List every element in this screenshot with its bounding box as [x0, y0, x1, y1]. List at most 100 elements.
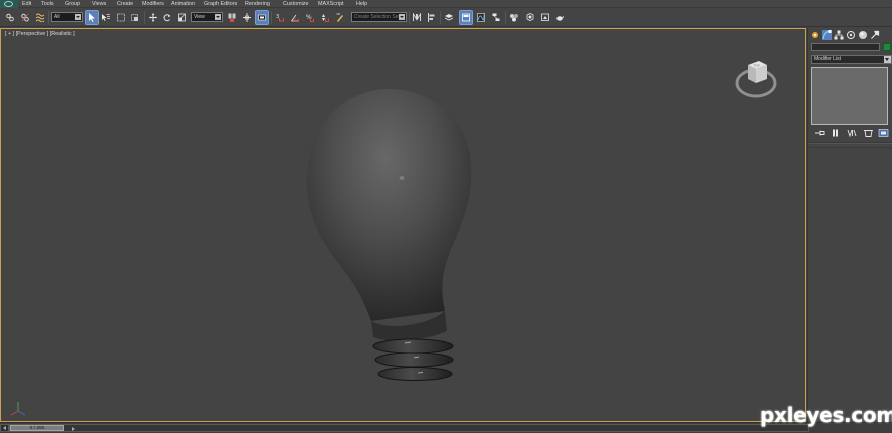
menu-tools[interactable]: Tools: [41, 0, 65, 8]
angle-snap-toggle-button[interactable]: [289, 11, 301, 24]
modifier-parameters-area: [809, 147, 892, 417]
modifier-list-label: Modifier List: [814, 56, 841, 62]
percent-snap-toggle-button[interactable]: %: [304, 11, 316, 24]
app-logo-icon: [4, 1, 13, 7]
object-name-field[interactable]: [811, 43, 880, 51]
menu-graph-editors[interactable]: Graph Editors: [204, 0, 245, 8]
menu-animation[interactable]: Animation: [171, 0, 204, 8]
viewport-label[interactable]: [ + ] [Perspective ] [Realistic ]: [5, 31, 75, 37]
reference-coordinate-dropdown[interactable]: View: [191, 12, 223, 22]
pivot-center-icon: [228, 13, 236, 22]
menu-maxscript[interactable]: MAXScript: [318, 0, 356, 8]
previous-frame-button[interactable]: [0, 424, 9, 432]
space-warp-icon: [36, 13, 44, 22]
teapot-icon: [556, 16, 564, 21]
menu-group[interactable]: Group: [65, 0, 92, 8]
render-production-button[interactable]: [554, 11, 566, 24]
select-and-scale-button[interactable]: [176, 11, 188, 24]
motion-tab-icon[interactable]: [846, 30, 856, 40]
viewcube-face-label: TOP: [754, 63, 760, 67]
screw-thread-1: [372, 338, 454, 354]
snap-magnet-icon: 3: [276, 14, 284, 22]
render-setup-button[interactable]: [524, 11, 536, 24]
remove-modifier-icon[interactable]: [863, 129, 874, 137]
unlink-selection-button[interactable]: [19, 11, 31, 24]
edit-selection-icon: [336, 13, 343, 22]
select-object-button[interactable]: [85, 10, 99, 25]
snaps-toggle-button[interactable]: 3: [274, 11, 286, 24]
next-frame-button[interactable]: [70, 426, 78, 433]
align-button[interactable]: [426, 11, 438, 24]
show-end-result-icon[interactable]: [830, 129, 841, 137]
curve-editor-button[interactable]: [475, 11, 487, 24]
command-panel-tabs: [808, 29, 892, 41]
hierarchy-tab-icon[interactable]: [834, 30, 844, 40]
selection-filter-value: All: [54, 14, 60, 20]
selection-rectangle-icon: [117, 13, 125, 22]
viewcube[interactable]: TOP: [734, 57, 778, 107]
create-tab-icon[interactable]: [810, 30, 820, 40]
light-bulb-model[interactable]: [301, 85, 481, 381]
spinner-snap-toggle-button[interactable]: [319, 11, 331, 24]
thread-glint: [417, 372, 424, 374]
edit-named-selection-button[interactable]: [334, 11, 346, 24]
axis-tripod: [10, 402, 26, 416]
display-tab-icon[interactable]: [858, 30, 868, 40]
modifier-stack[interactable]: [811, 67, 888, 125]
configure-modifier-sets-icon[interactable]: [878, 129, 889, 137]
menu-modifiers[interactable]: Modifiers: [142, 0, 171, 8]
select-by-name-button[interactable]: [100, 11, 112, 24]
material-spheres-icon: [510, 14, 518, 22]
select-and-move-button[interactable]: [147, 11, 159, 24]
toolbar-separator: [440, 11, 441, 24]
chevron-down-icon: [399, 14, 405, 20]
command-panel: Modifier List: [807, 28, 892, 422]
use-pivot-center-button[interactable]: [226, 11, 238, 24]
select-and-manipulate-button[interactable]: [241, 11, 253, 24]
frame-window-icon: [541, 13, 549, 21]
main-toolbar: All View 3 % Create Selection Set: [0, 8, 892, 27]
rectangular-selection-button[interactable]: [115, 11, 127, 24]
rotate-icon: [163, 14, 171, 22]
link-icon: [6, 13, 14, 22]
object-color-swatch[interactable]: [883, 43, 891, 51]
spinner-snap-icon: [322, 14, 329, 22]
mirror-button[interactable]: [411, 11, 423, 24]
menu-create[interactable]: Create: [117, 0, 142, 8]
graphite-modeling-tools-button[interactable]: [459, 10, 473, 25]
bind-to-space-warp-button[interactable]: [34, 11, 46, 24]
menu-edit[interactable]: Edit: [22, 0, 41, 8]
time-slider-thumb[interactable]: 0 / 250: [10, 425, 64, 431]
pxleyes-watermark: pxleyes.com: [760, 403, 892, 427]
menu-help[interactable]: Help: [356, 0, 376, 8]
select-and-rotate-button[interactable]: [161, 11, 173, 24]
window-crossing-button[interactable]: [129, 11, 141, 24]
layer-manager-button[interactable]: [443, 11, 455, 24]
keyboard-shortcut-override-button[interactable]: [255, 10, 269, 25]
modifier-list-dropdown[interactable]: Modifier List: [811, 55, 892, 64]
menu-customize[interactable]: Customize: [283, 0, 318, 8]
svg-text:%: %: [306, 14, 312, 21]
menu-rendering[interactable]: Rendering: [245, 0, 283, 8]
window-crossing-icon: [131, 14, 138, 21]
selection-filter-dropdown[interactable]: All: [51, 12, 83, 22]
menu-items: Edit Tools Group Views Create Modifiers …: [22, 0, 376, 8]
chevron-down-icon: [75, 14, 81, 20]
time-slider-track[interactable]: 0 / 250: [9, 424, 809, 432]
named-selection-sets-dropdown[interactable]: Create Selection Set: [351, 12, 407, 22]
svg-text:3: 3: [276, 14, 279, 20]
make-unique-icon[interactable]: [847, 129, 858, 137]
menu-views[interactable]: Views: [92, 0, 117, 8]
chevron-down-icon: [215, 14, 221, 20]
utilities-tab-icon[interactable]: [870, 30, 880, 40]
pin-stack-icon[interactable]: [814, 129, 825, 137]
modify-tab-icon[interactable]: [822, 30, 832, 40]
schematic-view-button[interactable]: [490, 11, 502, 24]
material-editor-button[interactable]: [508, 11, 520, 24]
rendered-frame-window-button[interactable]: [539, 11, 551, 24]
schematic-icon: [492, 13, 500, 21]
application-button[interactable]: [0, 0, 18, 8]
ribbon-icon: [462, 13, 470, 22]
select-and-link-button[interactable]: [4, 11, 16, 24]
perspective-viewport[interactable]: [ + ] [Perspective ] [Realistic ] TOP: [0, 28, 806, 422]
